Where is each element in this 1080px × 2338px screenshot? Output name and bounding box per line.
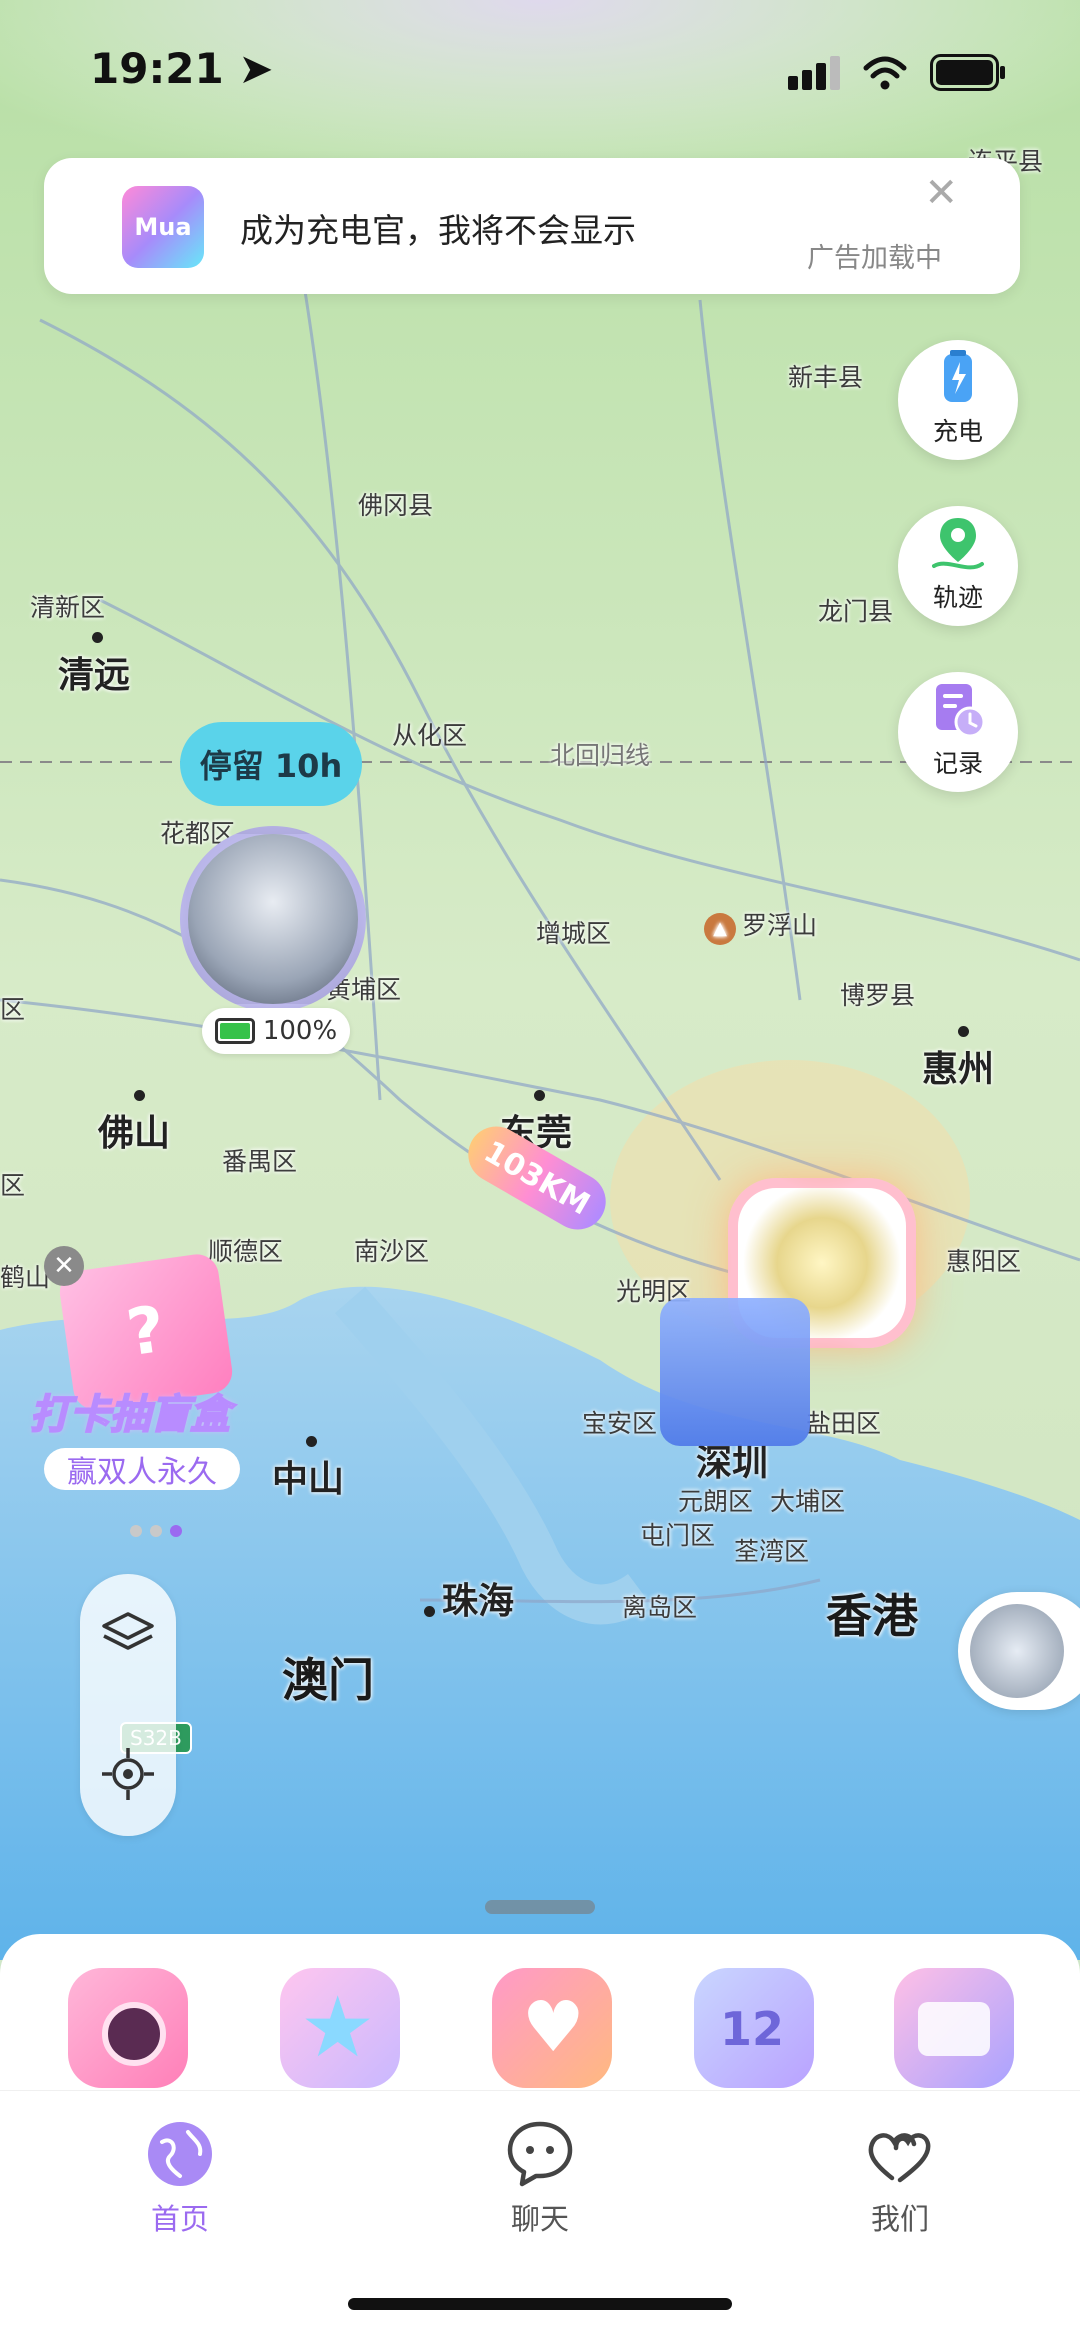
ad-title: 成为充电官，我将不会显示 [240, 211, 636, 250]
ad-banner[interactable]: Mua 成为充电官，我将不会显示 广告加载中 ✕ [44, 158, 1020, 294]
map-label: 南沙区 [354, 1237, 430, 1266]
map-label: 龙门县 [818, 597, 894, 626]
city-label: 惠州 [922, 1049, 995, 1090]
battery-charge-icon [944, 350, 972, 402]
city-label: 佛山 [98, 1113, 171, 1154]
tab-chat[interactable]: 聊天 [440, 2118, 640, 2238]
map-label: 盐田区 [806, 1409, 882, 1438]
photo-frame [918, 2002, 990, 2056]
city-label: 清远 [58, 655, 131, 696]
camera-lens [102, 2002, 166, 2066]
star-glyph: ★ [300, 1978, 376, 2076]
carousel-dot [150, 1525, 162, 1537]
map-label: 博罗县 [840, 981, 916, 1010]
city-dot [134, 1090, 145, 1101]
battery-icon [214, 1018, 255, 1044]
record-label: 记录 [932, 749, 983, 778]
poi-label[interactable]: ▲ 罗浮山 [704, 906, 817, 945]
map-label: 大埔区 [770, 1487, 846, 1516]
map-label: 离岛区 [622, 1593, 698, 1622]
charge-button[interactable]: 充电 [898, 340, 1018, 460]
battery-status-icon [930, 54, 1005, 91]
locate-icon[interactable] [98, 1744, 158, 1804]
map-label: 鹤山 [0, 1263, 51, 1292]
blind-box-title[interactable]: 打卡抽盲盒 [29, 1382, 231, 1440]
map-label: 番禺区 [222, 1147, 298, 1176]
charge-label: 充电 [932, 417, 983, 446]
blind-box-subtitle[interactable]: 赢双人永久 [44, 1448, 240, 1490]
wifi-icon [863, 56, 907, 90]
city-dot [424, 1606, 435, 1617]
city-dot [306, 1436, 317, 1447]
layers-icon[interactable] [98, 1604, 158, 1664]
map-label: 元朗区 [678, 1487, 754, 1516]
battery-badge: 100% [202, 1008, 350, 1054]
track-label: 轨迹 [932, 583, 983, 612]
map-label: 新丰县 [788, 363, 864, 392]
calendar-day: 12 [720, 2002, 785, 2056]
carousel-dots [130, 1522, 190, 1541]
track-button[interactable]: 轨迹 [898, 506, 1018, 626]
home-indicator [348, 2298, 732, 2310]
map-label: 荃湾区 [734, 1537, 810, 1566]
ad-close-icon[interactable]: ✕ [924, 170, 958, 216]
stay-duration-bubble: 停留 10h [180, 722, 362, 806]
photo-album-shortcut-icon[interactable] [894, 1968, 1014, 2088]
map-view[interactable]: 连平县 新丰县 佛冈县 清新区 清远 龙门县 从化区 北回归线 花都区 增城区 … [0, 0, 1080, 1960]
city-label: 中山 [272, 1459, 345, 1500]
location-arrow-icon: ➤ [238, 44, 274, 93]
side-photo-button[interactable] [958, 1592, 1080, 1710]
tab-us[interactable]: 我们 [800, 2118, 1000, 2238]
app-logo: Mua [122, 186, 204, 268]
map-label: 区 [0, 995, 26, 1024]
city-label: 香港 [826, 1589, 918, 1643]
user-avatar-marker[interactable] [180, 826, 366, 1012]
carousel-dot [130, 1525, 142, 1537]
map-label: 屯门区 [640, 1521, 716, 1550]
close-icon[interactable]: ✕ [44, 1246, 84, 1286]
calendar-shortcut-icon[interactable]: 12 [694, 1968, 814, 2088]
city-label: 珠海 [442, 1581, 515, 1622]
map-label: 从化区 [392, 721, 468, 750]
tab-home-label: 首页 [150, 2202, 209, 2236]
status-time: 19:21 ➤ [90, 44, 274, 93]
record-button[interactable]: 记录 [898, 672, 1018, 792]
carousel-dot-active [170, 1525, 182, 1537]
photo-thumbnail [970, 1604, 1064, 1698]
signal-icon [788, 56, 840, 90]
mountain-icon: ▲ [704, 913, 736, 945]
status-bar: 19:21 ➤ [0, 0, 1080, 140]
map-label: 佛冈县 [358, 491, 434, 520]
ad-loading-text: 广告加载中 [807, 243, 942, 274]
map-label: 增城区 [536, 919, 612, 948]
heart-book-shortcut-icon[interactable]: ♥ [492, 1968, 612, 2088]
city-dot [92, 632, 103, 643]
record-clock-icon [936, 684, 986, 738]
map-label: 清新区 [30, 593, 106, 622]
building-marker-icon [660, 1298, 810, 1446]
star-shortcut-icon[interactable]: ★ [280, 1968, 400, 2088]
map-label: 顺德区 [208, 1237, 284, 1266]
tab-us-label: 我们 [870, 2202, 929, 2236]
sheet-drag-handle[interactable] [485, 1900, 595, 1914]
globe-icon [148, 2122, 212, 2186]
location-track-icon [932, 518, 984, 570]
map-label: 区 [0, 1171, 26, 1200]
city-dot [958, 1026, 969, 1037]
camera-shortcut-icon[interactable] [68, 1968, 188, 2088]
tab-home[interactable]: 首页 [80, 2118, 280, 2238]
map-tools [80, 1574, 176, 1836]
tab-chat-label: 聊天 [510, 2202, 569, 2236]
chat-icon [507, 2121, 573, 2187]
city-label: 澳门 [282, 1653, 374, 1707]
hearts-icon [868, 2133, 931, 2183]
heart-glyph: ♥ [522, 1986, 585, 2068]
tropic-label: 北回归线 [550, 741, 651, 770]
city-dot [534, 1090, 545, 1101]
map-label: 宝安区 [582, 1409, 658, 1438]
map-label: 惠阳区 [946, 1247, 1022, 1276]
